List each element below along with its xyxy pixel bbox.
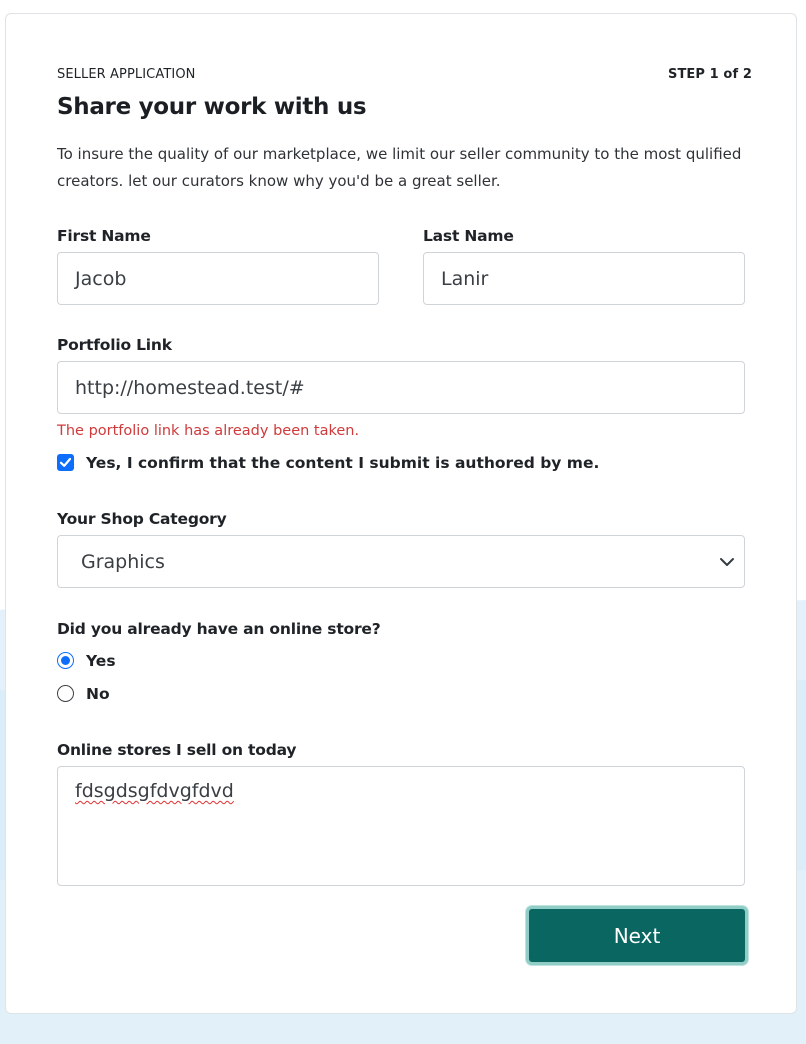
confirm-checkbox[interactable] [57,454,74,471]
chevron-down-icon [720,557,734,566]
step-indicator: STEP 1 of 2 [668,67,752,82]
confirm-checkbox-label[interactable]: Yes, I confirm that the content I submit… [86,454,599,472]
shop-category-value: Graphics [81,550,165,573]
last-name-field[interactable]: Lanir [423,252,745,305]
online-store-no-label[interactable]: No [86,685,110,703]
first-name-field[interactable]: Jacob [57,252,379,305]
portfolio-link-field[interactable]: http://homestead.test/# [57,361,745,414]
portfolio-error-message: The portfolio link has already been take… [57,423,360,439]
shop-category-label: Your Shop Category [57,510,227,528]
page-title: Share your work with us [57,94,367,120]
online-store-question: Did you already have an online store? [57,620,381,638]
portfolio-label: Portfolio Link [57,336,172,354]
shop-category-select[interactable]: Graphics [57,535,745,588]
first-name-value: Jacob [75,267,127,290]
checkmark-icon [59,457,72,467]
online-stores-value: fdsgdsgfdvgfdvd [75,780,234,802]
first-name-label: First Name [57,227,151,245]
next-button-label: Next [613,923,661,948]
form-eyebrow: SELLER APPLICATION [57,67,196,82]
last-name-value: Lanir [441,267,489,290]
portfolio-link-value: http://homestead.test/# [75,376,305,399]
last-name-label: Last Name [423,227,514,245]
online-store-yes-radio[interactable] [57,652,74,669]
online-stores-label: Online stores I sell on today [57,741,297,759]
online-store-yes-label[interactable]: Yes [86,652,116,670]
online-stores-textarea[interactable]: fdsgdsgfdvgfdvd [57,766,745,886]
form-description: To insure the quality of our marketplace… [57,145,742,190]
online-store-no-radio[interactable] [57,685,74,702]
next-button[interactable]: Next [526,906,748,965]
